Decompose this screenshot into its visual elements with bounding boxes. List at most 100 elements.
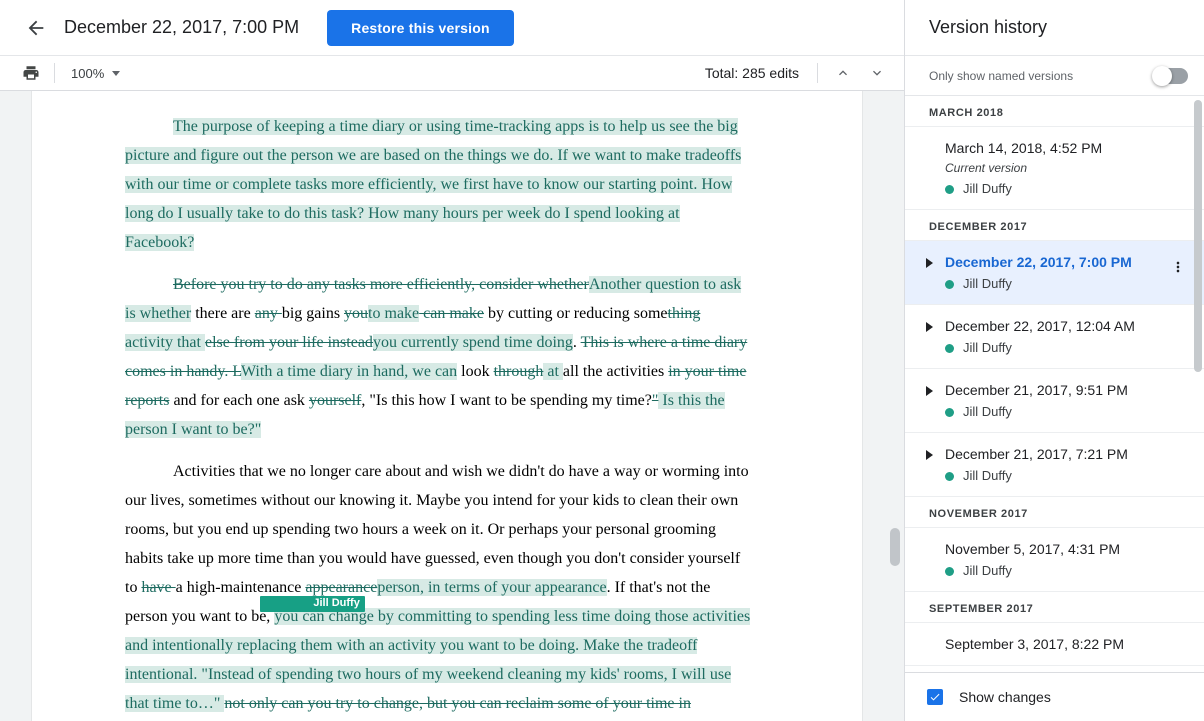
- text-del: else from your life instead: [205, 334, 373, 351]
- author-color-dot: [945, 344, 954, 353]
- expand-arrow-icon[interactable]: [926, 258, 933, 268]
- version-entry[interactable]: December 22, 2017, 12:04 AM Jill Duffy: [905, 305, 1204, 369]
- text-plain: and for each one ask: [169, 392, 309, 409]
- version-author: Jill Duffy: [945, 276, 1188, 292]
- text-plain: .: [573, 334, 581, 351]
- text-plain: there are: [191, 305, 255, 322]
- expand-arrow-icon[interactable]: [926, 386, 933, 396]
- version-entry[interactable]: December 22, 2017, 7:00 PMJill Duffy: [905, 241, 1204, 305]
- chevron-down-icon: [112, 71, 120, 76]
- document-page: The purpose of keeping a time diary or u…: [32, 91, 862, 721]
- toolbar-divider: [54, 63, 55, 83]
- three-dot-menu-icon: [1170, 259, 1186, 275]
- text-add: person, in terms of your appearance: [377, 579, 606, 596]
- show-changes-bar: Show changes: [905, 672, 1204, 721]
- document-scrollbar[interactable]: [890, 528, 900, 566]
- paragraph: Before you try to do any tasks more effi…: [125, 270, 751, 444]
- text-add: you currently spend time doing: [373, 334, 573, 351]
- author-name: Jill Duffy: [963, 404, 1012, 420]
- current-version-note: Current version: [945, 160, 1188, 176]
- month-header: NOVEMBER 2017: [905, 497, 1204, 528]
- text-plain: big gains: [282, 305, 344, 322]
- show-changes-checkbox[interactable]: [927, 689, 943, 705]
- zoom-value: 100%: [71, 66, 104, 81]
- document-canvas: The purpose of keeping a time diary or u…: [0, 91, 904, 721]
- text-del: have: [141, 579, 175, 596]
- text-del: through: [494, 363, 544, 380]
- expand-arrow-icon[interactable]: [926, 450, 933, 460]
- chevron-down-icon: [869, 65, 885, 81]
- version-author: Jill Duffy: [945, 404, 1188, 420]
- author-color-dot: [945, 280, 954, 289]
- version-author: Jill Duffy: [945, 563, 1188, 579]
- text-del: Before you try to do any tasks more effi…: [173, 276, 589, 293]
- text-plain: Activities that we no longer care about …: [125, 463, 749, 596]
- next-edit-button[interactable]: [860, 60, 894, 86]
- version-date: September 3, 2017, 8:22 PM: [945, 635, 1188, 653]
- text-plain: by cutting or reducing some: [484, 305, 668, 322]
- version-entry[interactable]: September 3, 2017, 8:22 PM: [905, 623, 1204, 666]
- version-entry[interactable]: November 5, 2017, 4:31 PMJill Duffy: [905, 528, 1204, 592]
- text-del: appearanceJill Duffy: [305, 579, 377, 596]
- version-entry[interactable]: March 14, 2018, 4:52 PM Current version Ji…: [905, 127, 1204, 210]
- secondary-toolbar: 100% Total: 285 edits: [0, 56, 904, 91]
- version-title: December 22, 2017, 7:00 PM: [64, 17, 299, 38]
- version-author: Jill Duffy: [945, 468, 1188, 484]
- text-del: ": [652, 392, 659, 409]
- panel-title: Version history: [905, 0, 1204, 56]
- author-name: Jill Duffy: [963, 181, 1012, 197]
- restore-version-button[interactable]: Restore this version: [327, 10, 514, 46]
- version-date: December 21, 2017, 9:51 PM: [945, 381, 1188, 399]
- author-color-dot: [945, 567, 954, 576]
- expand-arrow-icon[interactable]: [926, 322, 933, 332]
- named-versions-row: Only show named versions: [905, 56, 1204, 96]
- named-versions-toggle[interactable]: [1152, 66, 1190, 86]
- paragraph: Activities that we no longer care about …: [125, 457, 751, 718]
- text-del: not only can you try to change, but you …: [224, 695, 691, 712]
- version-entry[interactable]: December 21, 2017, 9:51 PM Jill Duffy: [905, 369, 1204, 433]
- version-date: December 22, 2017, 12:04 AM: [945, 317, 1188, 335]
- text-plain: look: [457, 363, 493, 380]
- toolbar-right: Total: 285 edits: [705, 60, 894, 86]
- main-area: December 22, 2017, 7:00 PM Restore this …: [0, 0, 904, 721]
- top-bar: December 22, 2017, 7:00 PM Restore this …: [0, 0, 904, 56]
- back-arrow-icon: [25, 17, 47, 39]
- print-button[interactable]: [16, 60, 46, 86]
- text-add: activity that: [125, 334, 205, 351]
- panel-scrollbar[interactable]: [1194, 100, 1202, 372]
- version-history-panel: Version history Only show named versions…: [904, 0, 1204, 721]
- version-author: Jill Duffy: [945, 340, 1188, 356]
- show-changes-label: Show changes: [959, 689, 1051, 705]
- text-del: you: [344, 305, 368, 322]
- back-button[interactable]: [16, 8, 56, 48]
- version-date: March 14, 2018, 4:52 PM: [945, 139, 1188, 157]
- text-del: yourself: [309, 392, 361, 409]
- previous-edit-button[interactable]: [826, 60, 860, 86]
- author-color-dot: [945, 408, 954, 417]
- zoom-control[interactable]: 100%: [63, 63, 128, 84]
- text-del: any: [255, 305, 282, 322]
- text-plain: , "Is this how I want to be spending my …: [361, 392, 652, 409]
- toolbar-divider: [817, 63, 818, 83]
- more-options-button[interactable]: [1166, 255, 1190, 279]
- checkmark-icon: [929, 691, 941, 703]
- author-color-dot: [945, 472, 954, 481]
- text-del: thing: [668, 305, 701, 322]
- chevron-up-icon: [835, 65, 851, 81]
- version-date: December 21, 2017, 7:21 PM: [945, 445, 1188, 463]
- author-name: Jill Duffy: [963, 468, 1012, 484]
- text-add: With a time diary in hand, we can: [241, 363, 457, 380]
- version-list: MARCH 2018 March 14, 2018, 4:52 PM Current…: [905, 96, 1204, 721]
- version-entry[interactable]: December 21, 2017, 7:21 PM Jill Duffy: [905, 433, 1204, 497]
- author-name: Jill Duffy: [963, 340, 1012, 356]
- toggle-thumb: [1152, 66, 1172, 86]
- app-window: December 22, 2017, 7:00 PM Restore this …: [0, 0, 1204, 721]
- text-del: can make: [419, 305, 484, 322]
- month-header: MARCH 2018: [905, 96, 1204, 127]
- text-add: to make: [368, 305, 419, 322]
- author-color-dot: [945, 185, 954, 194]
- text-plain: a high-maintenance: [176, 579, 306, 596]
- text-add: The purpose of keeping a time diary or u…: [125, 118, 741, 251]
- month-header: DECEMBER 2017: [905, 210, 1204, 241]
- version-author: Jill Duffy: [945, 181, 1188, 197]
